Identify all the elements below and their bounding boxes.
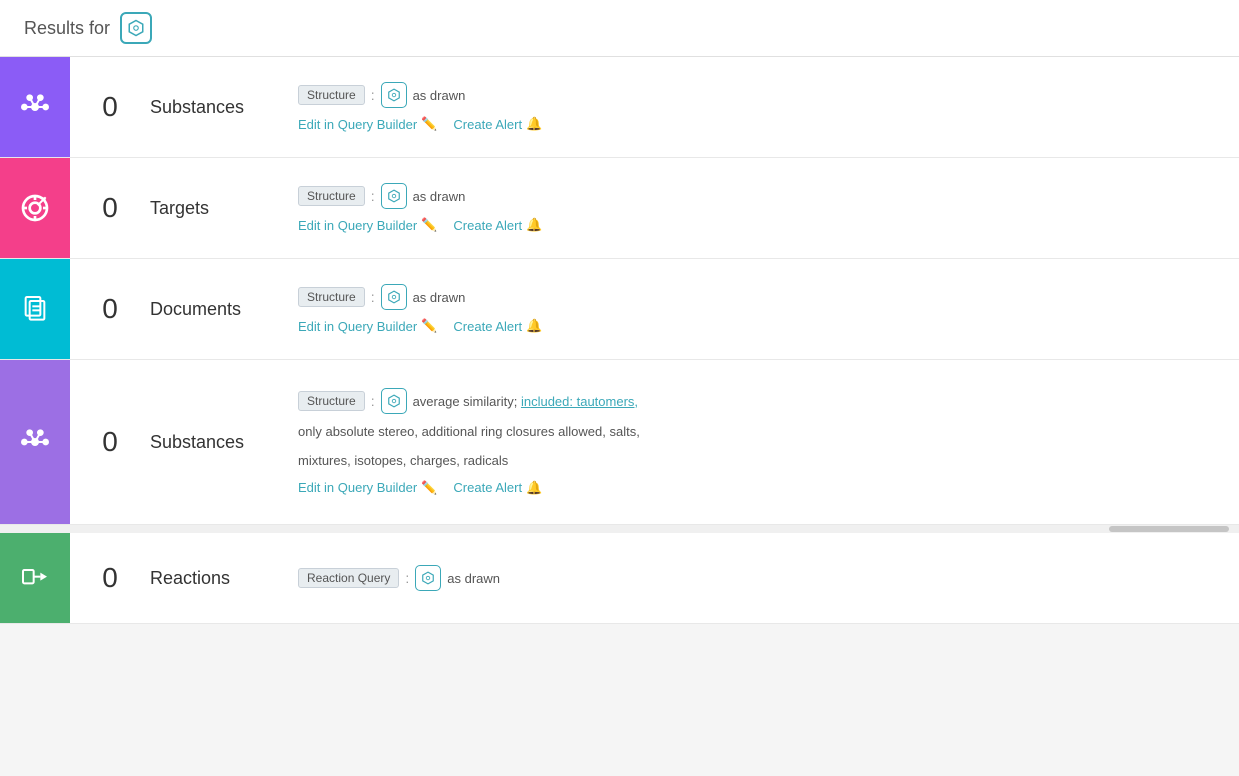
reactions-icon <box>19 562 51 594</box>
molecule-icon-1 <box>381 82 407 108</box>
reactions-1-desc: as drawn <box>447 571 500 586</box>
substances-2-tags: Structure : average similarity; included… <box>298 388 1231 414</box>
substances-2-query-info: Structure : average similarity; included… <box>290 360 1239 524</box>
targets-1-count: 0 <box>70 158 150 258</box>
edit-label-targets-1: Edit in Query Builder <box>298 218 417 233</box>
substances-icon <box>19 91 51 123</box>
edit-label-documents-1: Edit in Query Builder <box>298 319 417 334</box>
documents-1-tags: Structure : as drawn <box>298 284 1231 310</box>
targets-1-desc: as drawn <box>413 189 466 204</box>
substances-1-tags: Structure : as drawn <box>298 82 1231 108</box>
scrollbar-thumb[interactable] <box>1109 526 1229 532</box>
targets-1-category: Targets <box>150 158 290 258</box>
substances-1-query-info: Structure : as drawn Edit in Query Build… <box>290 57 1239 157</box>
documents-1-actions: Edit in Query Builder ✏️ Create Alert 🔔 <box>298 318 1231 334</box>
targets-1-query-info: Structure : as drawn Edit in Query Build… <box>290 158 1239 258</box>
documents-icon <box>19 293 51 325</box>
molecule-icon-4 <box>381 388 407 414</box>
reactions-1-category: Reactions <box>150 533 290 623</box>
substances-1-icon-box <box>0 57 70 157</box>
edit-icon-3: ✏️ <box>421 318 437 334</box>
molecule-icon-2 <box>381 183 407 209</box>
substances-2-category: Substances <box>150 360 290 524</box>
reactions-1-tags: Reaction Query : as drawn <box>298 565 1231 591</box>
substances-2-icon <box>19 426 51 458</box>
substances-1-desc: as drawn <box>413 88 466 103</box>
substances-2-desc-2: only absolute stereo, additional ring cl… <box>298 422 1231 443</box>
result-row-substances-2: 0 Substances Structure : average similar… <box>0 360 1239 525</box>
bell-icon-4: 🔔 <box>526 480 542 496</box>
bell-icon-2: 🔔 <box>526 217 542 233</box>
targets-1-tags: Structure : as drawn <box>298 183 1231 209</box>
alert-label-targets-1: Create Alert <box>453 218 522 233</box>
result-row-reactions-1: 0 Reactions Reaction Query : as drawn <box>0 533 1239 624</box>
result-row-substances-1: 0 Substances Structure : as drawn Edit i… <box>0 57 1239 158</box>
documents-1-category: Documents <box>150 259 290 359</box>
targets-1-icon-box <box>0 158 70 258</box>
horizontal-scrollbar[interactable] <box>0 525 1239 533</box>
edit-label-substances-1: Edit in Query Builder <box>298 117 417 132</box>
substances-2-icon-box <box>0 360 70 524</box>
reactions-1-count: 0 <box>70 533 150 623</box>
alert-label-documents-1: Create Alert <box>453 319 522 334</box>
alert-label-substances-2: Create Alert <box>453 480 522 495</box>
substances-1-actions: Edit in Query Builder ✏️ Create Alert 🔔 <box>298 116 1231 132</box>
results-content: 0 Substances Structure : as drawn Edit i… <box>0 57 1239 624</box>
alert-label-substances-1: Create Alert <box>453 117 522 132</box>
edit-query-builder-substances-1[interactable]: Edit in Query Builder ✏️ <box>298 116 437 132</box>
documents-1-query-info: Structure : as drawn Edit in Query Build… <box>290 259 1239 359</box>
bell-icon-1: 🔔 <box>526 116 542 132</box>
structure-tag-2: Structure <box>298 186 365 206</box>
documents-1-desc: as drawn <box>413 290 466 305</box>
substances-2-count: 0 <box>70 360 150 524</box>
documents-1-icon-box <box>0 259 70 359</box>
structure-tag-4: Structure <box>298 391 365 411</box>
targets-icon <box>19 192 51 224</box>
edit-icon-1: ✏️ <box>421 116 437 132</box>
reaction-query-tag: Reaction Query <box>298 568 399 588</box>
molecule-icon-5 <box>415 565 441 591</box>
bell-icon-3: 🔔 <box>526 318 542 334</box>
structure-tag-1: Structure <box>298 85 365 105</box>
edit-icon-2: ✏️ <box>421 217 437 233</box>
documents-1-count: 0 <box>70 259 150 359</box>
edit-icon-4: ✏️ <box>421 480 437 496</box>
structure-tag-3: Structure <box>298 287 365 307</box>
create-alert-documents-1[interactable]: Create Alert 🔔 <box>453 318 542 334</box>
reactions-1-query-info: Reaction Query : as drawn <box>290 533 1239 623</box>
substances-1-category: Substances <box>150 57 290 157</box>
molecule-icon-3 <box>381 284 407 310</box>
header-bar: Results for <box>0 0 1239 57</box>
edit-label-substances-2: Edit in Query Builder <box>298 480 417 495</box>
substances-2-desc-3: mixtures, isotopes, charges, radicals <box>298 451 1231 472</box>
targets-1-actions: Edit in Query Builder ✏️ Create Alert 🔔 <box>298 217 1231 233</box>
edit-query-builder-substances-2[interactable]: Edit in Query Builder ✏️ <box>298 480 437 496</box>
result-row-targets-1: 0 Targets Structure : as drawn Edit in Q… <box>0 158 1239 259</box>
create-alert-substances-1[interactable]: Create Alert 🔔 <box>453 116 542 132</box>
create-alert-substances-2[interactable]: Create Alert 🔔 <box>453 480 542 496</box>
header-molecule-icon <box>120 12 152 44</box>
reactions-1-icon-box <box>0 533 70 623</box>
substances-1-count: 0 <box>70 57 150 157</box>
substances-2-actions: Edit in Query Builder ✏️ Create Alert 🔔 <box>298 480 1231 496</box>
result-row-documents-1: 0 Documents Structure : as drawn Edit in… <box>0 259 1239 360</box>
create-alert-targets-1[interactable]: Create Alert 🔔 <box>453 217 542 233</box>
edit-query-builder-targets-1[interactable]: Edit in Query Builder ✏️ <box>298 217 437 233</box>
substances-2-desc-1: average similarity; included: tautomers, <box>413 394 638 409</box>
edit-query-builder-documents-1[interactable]: Edit in Query Builder ✏️ <box>298 318 437 334</box>
results-for-label: Results for <box>24 18 110 39</box>
